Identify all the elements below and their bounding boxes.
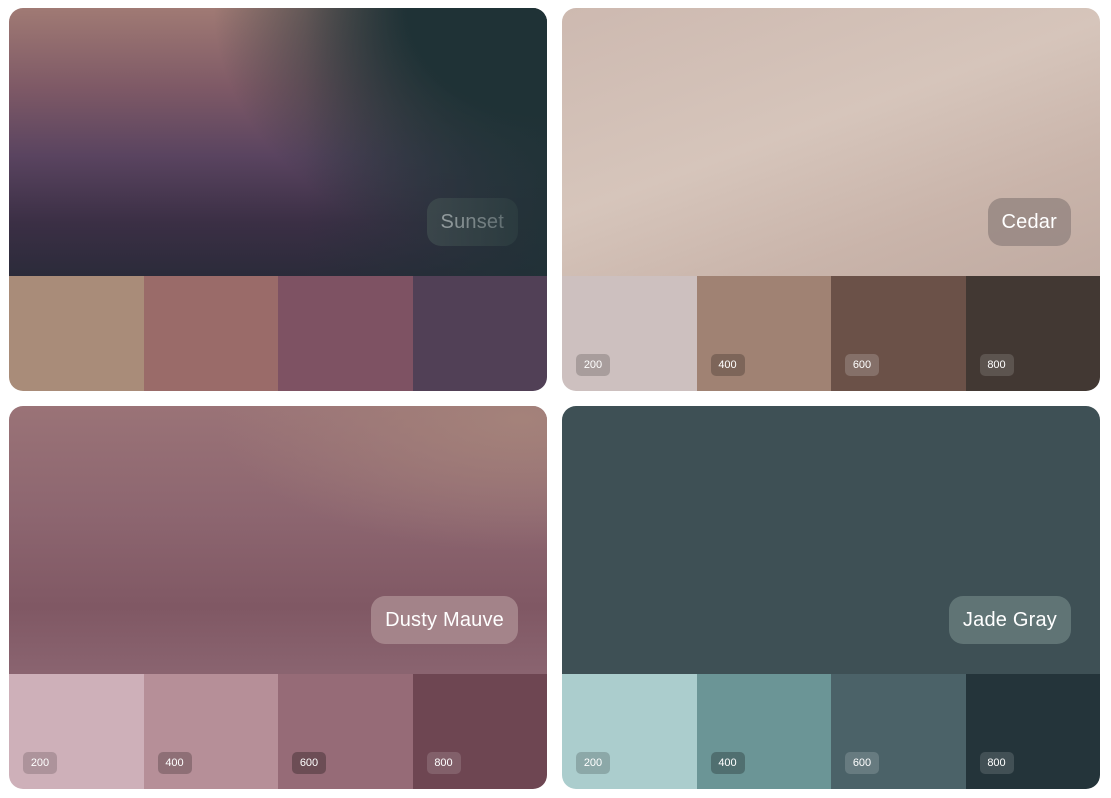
palette-hero-gradient: Sunset bbox=[9, 8, 547, 276]
swatch-row: 200 400 600 800 bbox=[562, 276, 1100, 391]
swatch[interactable] bbox=[143, 276, 278, 391]
swatch-row: 200 400 600 800 bbox=[562, 674, 1100, 789]
shade-label: 800 bbox=[979, 354, 1014, 376]
swatch-600[interactable]: 600 bbox=[278, 674, 413, 789]
swatch-200[interactable]: 200 bbox=[562, 276, 697, 391]
shade-label: 400 bbox=[710, 354, 745, 376]
swatch-400[interactable]: 400 bbox=[696, 674, 831, 789]
shade-label: 400 bbox=[710, 752, 745, 774]
swatch-row bbox=[9, 276, 547, 391]
swatch-400[interactable]: 400 bbox=[696, 276, 831, 391]
shade-label: 600 bbox=[292, 752, 326, 774]
shade-label: 200 bbox=[576, 752, 610, 774]
shade-label: 600 bbox=[845, 354, 879, 376]
palette-name-badge[interactable]: Dusty Mauve bbox=[371, 596, 518, 644]
palette-card-dusty-mauve[interactable]: Dusty Mauve 200 400 600 800 bbox=[9, 406, 547, 789]
swatch-row: 200 400 600 800 bbox=[9, 674, 547, 789]
swatch[interactable] bbox=[278, 276, 413, 391]
swatch-800[interactable]: 800 bbox=[965, 276, 1100, 391]
palette-card-sunset[interactable]: Sunset bbox=[9, 8, 547, 391]
swatch-400[interactable]: 400 bbox=[143, 674, 278, 789]
palette-card-cedar[interactable]: Cedar 200 400 600 800 bbox=[562, 8, 1100, 391]
shade-label: 200 bbox=[23, 752, 57, 774]
swatch-200[interactable]: 200 bbox=[9, 674, 144, 789]
swatch-200[interactable]: 200 bbox=[562, 674, 697, 789]
palette-hero-gradient: Jade Gray bbox=[562, 406, 1100, 674]
swatch-600[interactable]: 600 bbox=[831, 276, 966, 391]
swatch-600[interactable]: 600 bbox=[831, 674, 966, 789]
shade-label: 200 bbox=[576, 354, 610, 376]
palette-card-jade-gray[interactable]: Jade Gray 200 400 600 800 bbox=[562, 406, 1100, 789]
palette-hero-gradient: Dusty Mauve bbox=[9, 406, 547, 674]
palette-name-badge[interactable]: Sunset bbox=[426, 198, 518, 246]
shade-label: 600 bbox=[845, 752, 879, 774]
palette-name-badge[interactable]: Jade Gray bbox=[948, 596, 1071, 644]
palette-name-badge[interactable]: Cedar bbox=[987, 198, 1071, 246]
shade-label: 800 bbox=[979, 752, 1014, 774]
palette-hero-gradient: Cedar bbox=[562, 8, 1100, 276]
swatch[interactable] bbox=[9, 276, 144, 391]
swatch-800[interactable]: 800 bbox=[965, 674, 1100, 789]
palette-grid: Sunset Cedar 200 400 600 800 Dusty Mauve… bbox=[9, 8, 1100, 789]
swatch-800[interactable]: 800 bbox=[412, 674, 547, 789]
shade-label: 800 bbox=[426, 752, 461, 774]
shade-label: 400 bbox=[157, 752, 192, 774]
swatch[interactable] bbox=[412, 276, 547, 391]
